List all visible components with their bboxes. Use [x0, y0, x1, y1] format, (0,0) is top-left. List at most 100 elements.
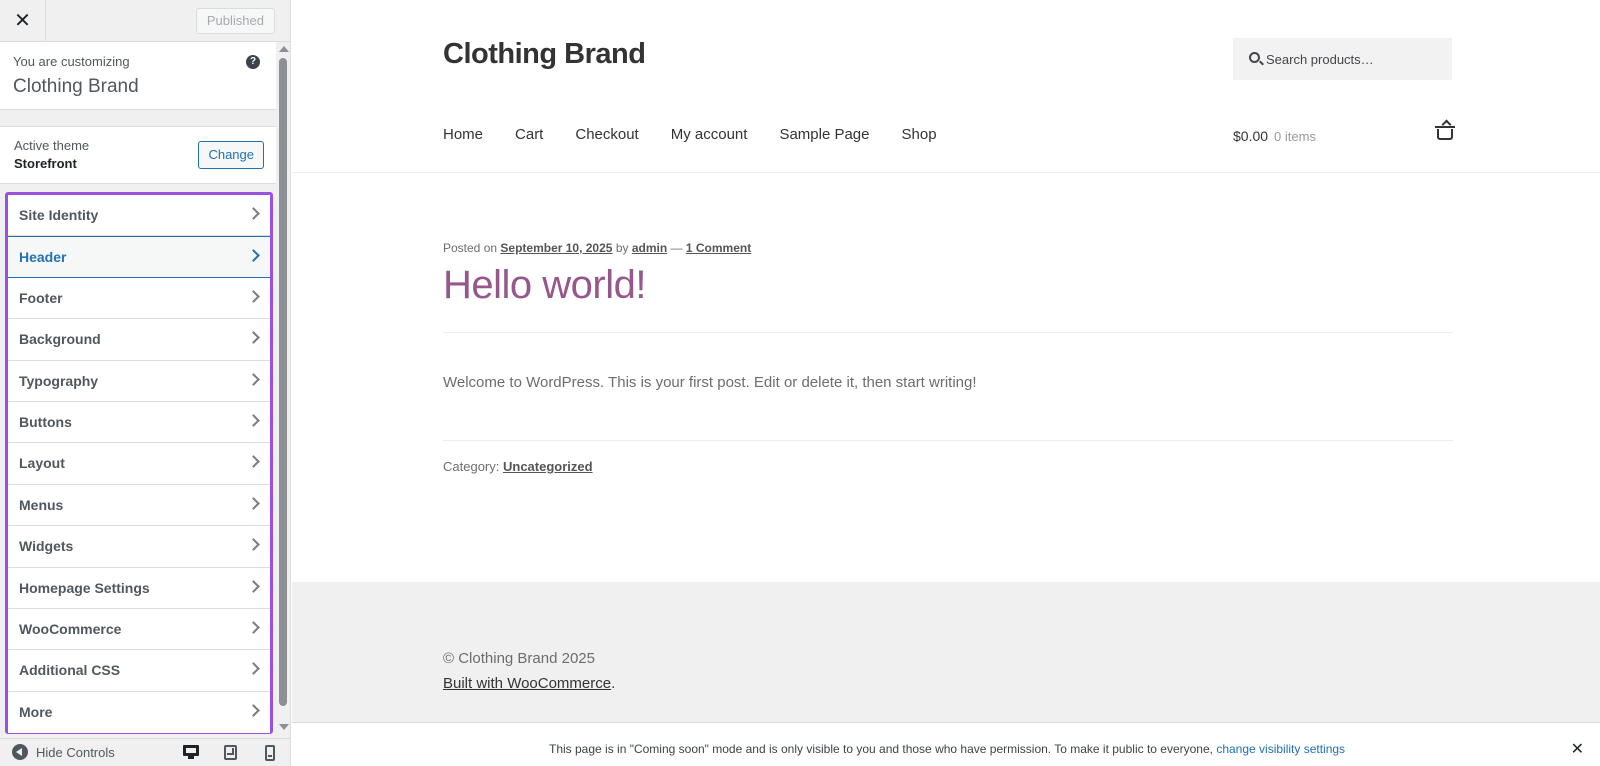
category-label: Category:: [443, 459, 500, 474]
mobile-icon[interactable]: [265, 745, 275, 761]
search-icon: [1249, 52, 1260, 63]
chevron-right-icon: [247, 331, 260, 345]
panel-woocommerce[interactable]: WooCommerce: [8, 608, 270, 651]
nav-my-account[interactable]: My account: [671, 126, 748, 143]
panel-footer[interactable]: Footer: [8, 277, 270, 320]
nav-sample-page[interactable]: Sample Page: [779, 126, 869, 143]
chevron-right-icon: [247, 621, 260, 634]
panel-homepage-settings[interactable]: Homepage Settings: [8, 567, 270, 609]
chevron-right-icon: [247, 414, 260, 427]
panel-label: Buttons: [19, 413, 72, 430]
active-theme-label: Active theme: [14, 138, 90, 153]
coming-soon-message: This page is in "Coming soon" mode and i…: [549, 742, 1217, 756]
footer-credit: Built with WooCommerce.: [443, 675, 615, 692]
chevron-right-icon: [247, 207, 260, 220]
credit-suffix: .: [611, 675, 616, 692]
post-body: Welcome to WordPress. This is your first…: [443, 374, 977, 391]
panel-label: Site Identity: [19, 207, 99, 223]
chevron-right-icon: [247, 249, 260, 263]
site-title[interactable]: Clothing Brand: [443, 38, 646, 71]
site-footer: © Clothing Brand 2025 Built with WooComm…: [292, 582, 1600, 722]
basket-icon[interactable]: [1435, 126, 1455, 140]
nav-cart[interactable]: Cart: [515, 126, 543, 143]
sidebar-scroll-area: You are customizing Clothing Brand ? Act…: [0, 42, 276, 734]
built-with-link[interactable]: Built with WooCommerce: [443, 675, 611, 692]
sidebar-footer: Hide Controls: [0, 738, 290, 766]
post-meta: Posted on September 10, 2025 by admin — …: [443, 241, 1453, 255]
chevron-right-icon: [247, 579, 260, 593]
scroll-down-icon[interactable]: [279, 724, 289, 730]
scrollbar-thumb[interactable]: [279, 58, 287, 706]
panel-label: Menus: [19, 496, 64, 513]
chevron-right-icon: [247, 662, 260, 676]
panel-label: Widgets: [19, 538, 74, 555]
chevron-right-icon: [247, 455, 260, 469]
primary-navigation: Home Cart Checkout My account Sample Pag…: [443, 126, 969, 143]
search-input[interactable]: [1266, 38, 1446, 80]
coming-soon-notice: This page is in "Coming soon" mode and i…: [292, 722, 1600, 766]
panel-widgets[interactable]: Widgets: [8, 526, 270, 568]
nav-checkout[interactable]: Checkout: [575, 126, 638, 143]
post-title[interactable]: Hello world!: [443, 263, 1453, 308]
cart-summary[interactable]: $0.00 0 items: [1233, 128, 1316, 144]
hide-controls-button[interactable]: Hide Controls: [12, 744, 115, 760]
customizing-info: You are customizing Clothing Brand ?: [0, 42, 276, 110]
desktop-icon[interactable]: [183, 745, 199, 759]
sidebar-header: ✕ Published: [0, 0, 290, 42]
panel-label: Homepage Settings: [19, 579, 150, 596]
hide-controls-icon: [12, 744, 28, 760]
panel-additional-css[interactable]: Additional CSS: [8, 650, 270, 692]
meta-dash: —: [670, 241, 683, 255]
hide-controls-label: Hide Controls: [36, 744, 115, 760]
panel-site-identity[interactable]: Site Identity: [8, 195, 270, 237]
panel-more[interactable]: More: [8, 691, 270, 734]
close-icon: ✕: [14, 10, 31, 32]
panel-menus[interactable]: Menus: [8, 484, 270, 527]
post-author-link[interactable]: admin: [632, 241, 667, 255]
panel-label: Background: [19, 331, 101, 348]
divider: [443, 332, 1453, 333]
coming-soon-text: This page is in "Coming soon" mode and i…: [549, 742, 1345, 756]
panel-label: WooCommerce: [19, 620, 122, 637]
customizer-panel-list: Site Identity Header Footer Background T…: [5, 192, 273, 734]
change-theme-button[interactable]: Change: [198, 141, 264, 169]
chevron-right-icon: [247, 703, 260, 717]
category-link[interactable]: Uncategorized: [503, 459, 593, 474]
blog-post: Posted on September 10, 2025 by admin — …: [443, 241, 1453, 474]
close-icon[interactable]: ✕: [1571, 739, 1584, 759]
panel-label: Footer: [19, 289, 63, 306]
panel-label: Typography: [19, 372, 99, 389]
chevron-right-icon: [247, 496, 260, 510]
post-comments-link[interactable]: 1 Comment: [686, 241, 751, 255]
panel-label: Additional CSS: [19, 662, 121, 679]
by-label: by: [615, 241, 629, 255]
panel-typography[interactable]: Typography: [8, 360, 270, 402]
customizer-sidebar: ✕ Published You are customizing Clothing…: [0, 0, 291, 766]
panel-header[interactable]: Header: [8, 236, 270, 278]
post-category: Category: Uncategorized: [443, 459, 593, 474]
customizer-app: ✕ Published You are customizing Clothing…: [0, 0, 1600, 766]
active-theme-name: Storefront: [14, 156, 77, 171]
active-theme-section: Active theme Storefront Change: [0, 126, 276, 184]
post-date-link[interactable]: September 10, 2025: [500, 241, 612, 255]
scroll-up-icon[interactable]: [279, 46, 289, 52]
published-button[interactable]: Published: [195, 8, 275, 34]
customizing-label: You are customizing: [13, 54, 130, 69]
cart-amount: $0.00: [1233, 128, 1269, 144]
panel-layout[interactable]: Layout: [8, 443, 270, 485]
panel-background[interactable]: Background: [8, 319, 270, 361]
close-customizer-button[interactable]: ✕: [0, 0, 46, 41]
footer-copyright: © Clothing Brand 2025: [443, 650, 595, 667]
sidebar-scrollbar[interactable]: [277, 46, 290, 730]
chevron-right-icon: [247, 289, 260, 303]
customizing-site-name: Clothing Brand: [13, 76, 139, 97]
tablet-icon[interactable]: [224, 745, 237, 760]
visibility-settings-link[interactable]: change visibility settings: [1216, 742, 1345, 756]
help-icon[interactable]: ?: [246, 55, 260, 69]
site-preview: Clothing Brand Home Cart Checkout My acc…: [292, 0, 1600, 766]
nav-home[interactable]: Home: [443, 126, 483, 143]
nav-shop[interactable]: Shop: [902, 126, 937, 143]
posted-on-label: Posted on: [443, 241, 498, 255]
chevron-right-icon: [247, 538, 260, 551]
panel-buttons[interactable]: Buttons: [8, 401, 270, 444]
